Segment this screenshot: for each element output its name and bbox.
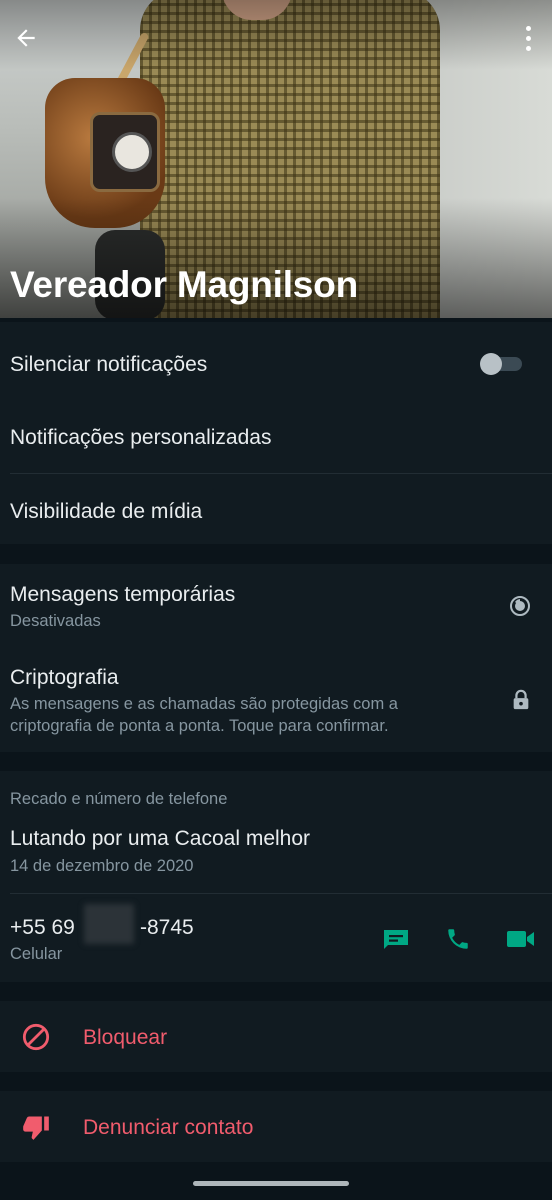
phone-icon — [448, 929, 468, 949]
disappearing-messages-status: Desativadas — [10, 612, 101, 630]
disappearing-messages-row[interactable]: Mensagens temporárias Desativadas — [0, 564, 552, 648]
block-button[interactable]: Bloquear — [0, 1001, 552, 1072]
about-row[interactable]: Lutando por uma Cacoal melhor 14 de deze… — [0, 815, 552, 893]
phone-type: Celular — [10, 945, 63, 963]
about-section-title: Recado e número de telefone — [10, 790, 228, 808]
phone-number-suffix: -8745 — [140, 916, 194, 939]
back-button[interactable] — [8, 20, 44, 56]
message-button[interactable] — [381, 924, 411, 954]
report-contact-label: Denunciar contato — [83, 1116, 254, 1139]
media-visibility-row[interactable]: Visibilidade de mídia — [0, 474, 552, 544]
more-vert-dot — [525, 45, 531, 51]
arrow-left-icon — [17, 29, 35, 47]
disappearing-messages-title: Mensagens temporárias — [10, 583, 236, 606]
report-section: Denunciar contato — [0, 1091, 552, 1162]
toggle-knob — [480, 353, 502, 375]
message-icon — [384, 930, 408, 949]
about-date: 14 de dezembro de 2020 — [10, 857, 194, 875]
encryption-description-line2: criptografia de ponta a ponta. Toque par… — [10, 717, 389, 735]
phone-row[interactable]: +55 69 -8745 Celular — [0, 894, 552, 982]
encryption-row[interactable]: Criptografia As mensagens e as chamadas … — [0, 648, 552, 752]
custom-notifications-label: Notificações personalizadas — [10, 426, 272, 449]
contact-name: Vereador Magnilson — [10, 264, 358, 305]
mute-notifications-row[interactable]: Silenciar notificações — [0, 322, 552, 398]
privacy-section: Mensagens temporárias Desativadas Cripto… — [0, 564, 552, 752]
thumbs-down-icon — [23, 1116, 49, 1140]
mute-toggle[interactable] — [480, 353, 522, 375]
more-vert-icon — [525, 25, 531, 31]
report-contact-button[interactable]: Denunciar contato — [0, 1091, 552, 1162]
photo-shade-top — [0, 0, 552, 70]
media-visibility-label: Visibilidade de mídia — [10, 500, 203, 523]
notifications-section: Silenciar notificações Notificações pers… — [0, 322, 552, 544]
custom-notifications-row[interactable]: Notificações personalizadas — [0, 398, 552, 472]
phone-number-prefix: +55 69 — [10, 916, 75, 939]
more-vert-dot — [525, 35, 531, 41]
voice-call-button[interactable] — [443, 924, 473, 954]
lock-icon — [513, 689, 529, 710]
more-options-button[interactable] — [518, 22, 538, 54]
about-text: Lutando por uma Cacoal melhor — [10, 827, 311, 850]
video-call-button[interactable] — [506, 924, 536, 954]
mute-notifications-label: Silenciar notificações — [10, 353, 208, 376]
timer-icon — [510, 596, 530, 616]
redacted-phone-digits — [84, 904, 134, 944]
block-section: Bloquear — [0, 1001, 552, 1072]
home-indicator[interactable] — [193, 1181, 349, 1186]
encryption-title: Criptografia — [10, 666, 119, 689]
block-label: Bloquear — [83, 1026, 168, 1049]
video-camera-icon — [507, 931, 534, 947]
encryption-description-line1: As mensagens e as chamadas são protegida… — [10, 695, 398, 713]
photo-cup-disc — [112, 132, 152, 172]
block-icon — [22, 1023, 50, 1051]
about-phone-section: Recado e número de telefone Lutando por … — [0, 771, 552, 982]
